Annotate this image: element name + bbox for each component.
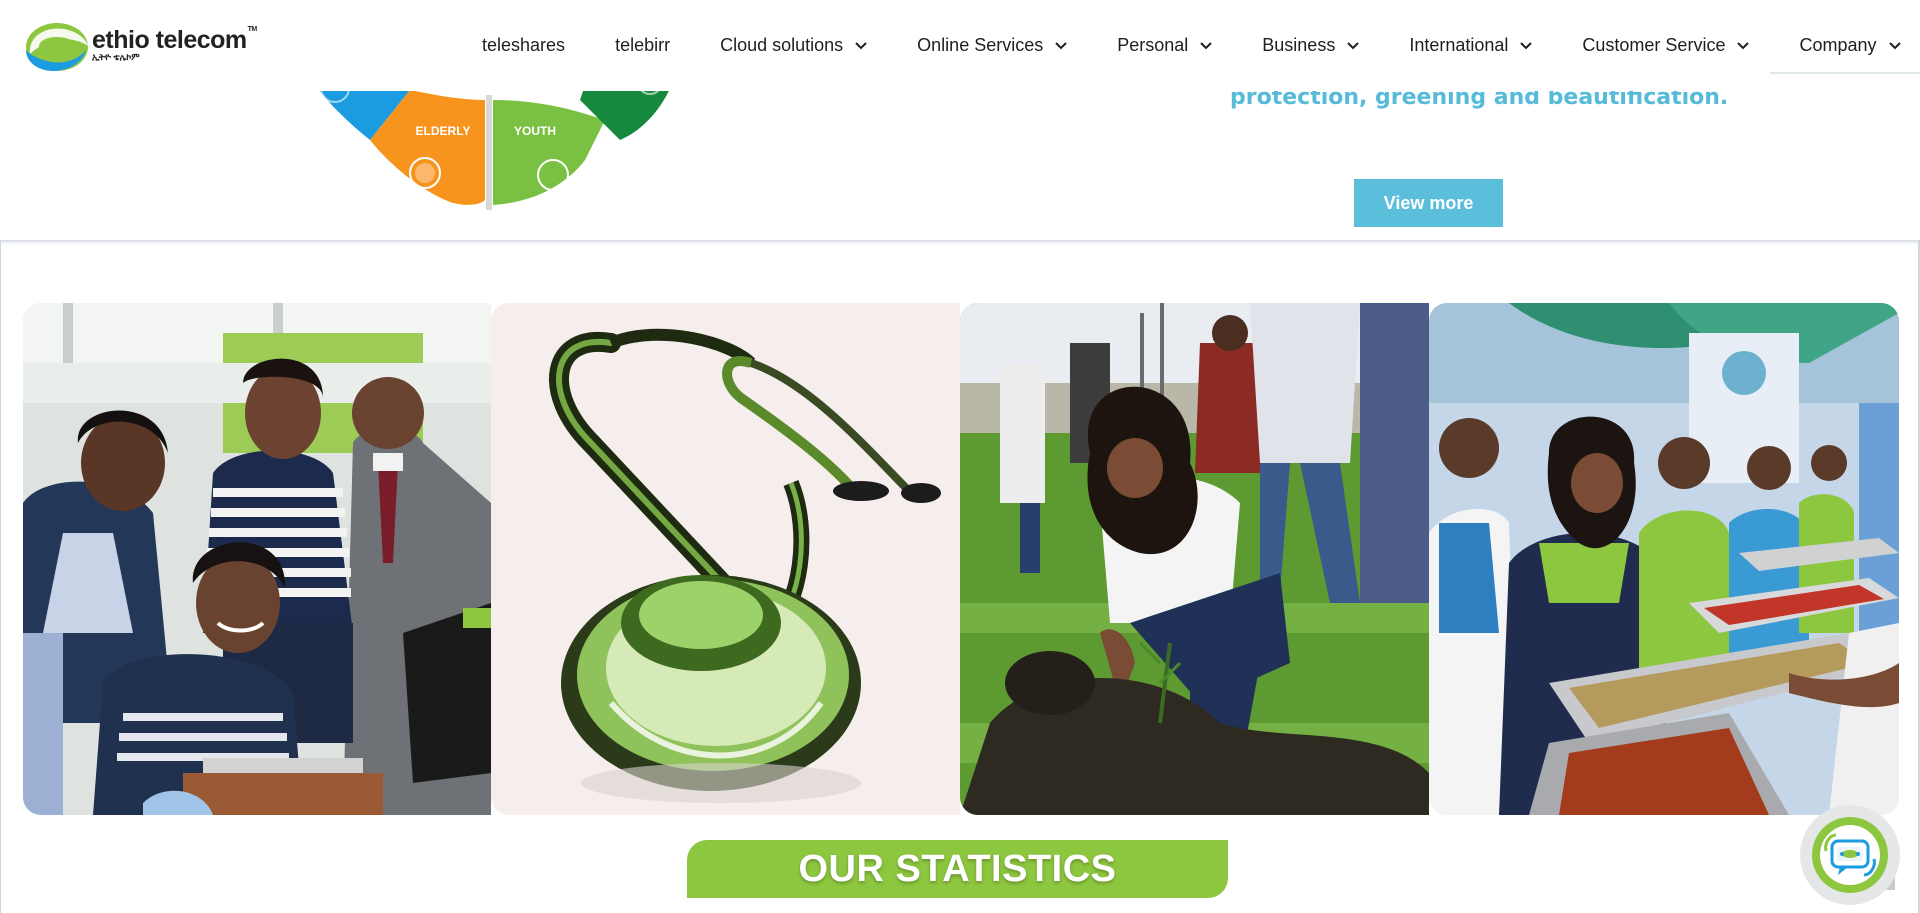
chevron-down-icon: [1347, 41, 1360, 50]
photo-green-stethoscope[interactable]: [491, 303, 960, 815]
photo-students-at-computer[interactable]: [23, 303, 491, 815]
logo-amharic-text: ኢትዮ ቴሌኮም: [92, 52, 140, 62]
nav-item-teleshares[interactable]: teleshares: [482, 28, 565, 64]
chatbot-launcher[interactable]: [1800, 805, 1900, 905]
wheel-youth-label: YOUTH: [514, 124, 556, 138]
site-header: ethio telecomTM ኢትዮ ቴሌኮም teleshares tele…: [0, 0, 1920, 91]
main-nav: teleshares telebirr Cloud solutions Onli…: [482, 0, 1901, 91]
nav-item-cloud-solutions[interactable]: Cloud solutions: [720, 28, 867, 64]
chevron-down-icon: [855, 41, 867, 50]
nav-item-online-services[interactable]: Online Services: [917, 28, 1067, 64]
our-statistics-banner: OUR STATISTICS: [687, 840, 1228, 898]
nav-item-international[interactable]: International: [1409, 28, 1533, 64]
logo-brand-text: ethio telecomTM: [92, 26, 258, 54]
photo-tree-planting[interactable]: [960, 303, 1429, 815]
ethio-telecom-logo[interactable]: ethio telecomTM ኢትዮ ቴሌኮም: [24, 20, 257, 72]
logo-mark-icon: [26, 23, 88, 71]
nav-item-business[interactable]: Business: [1262, 28, 1360, 64]
nav-item-company[interactable]: Company: [1799, 28, 1901, 64]
chevron-down-icon: [1200, 41, 1212, 50]
wheel-elderly-label: ELDERLY: [416, 124, 471, 138]
photo-food-serving[interactable]: [1429, 303, 1899, 815]
chevron-down-icon: [1055, 41, 1067, 50]
view-more-button[interactable]: View more: [1354, 179, 1503, 227]
page-border-left: [0, 240, 1, 913]
trademark-mark: TM: [247, 26, 258, 33]
our-statistics-title: OUR STATISTICS: [798, 847, 1117, 890]
chevron-down-icon: [1888, 41, 1901, 50]
chevron-down-icon: [1737, 41, 1750, 50]
nav-item-telebirr[interactable]: telebirr: [615, 28, 670, 64]
nav-item-customer-service[interactable]: Customer Service: [1582, 28, 1750, 64]
csr-photo-strip: [23, 303, 1899, 815]
nav-active-underline: [1770, 72, 1920, 74]
chevron-down-icon: [1520, 41, 1533, 50]
chatbot-icon: [1812, 817, 1888, 893]
nav-item-personal[interactable]: Personal: [1117, 28, 1212, 64]
